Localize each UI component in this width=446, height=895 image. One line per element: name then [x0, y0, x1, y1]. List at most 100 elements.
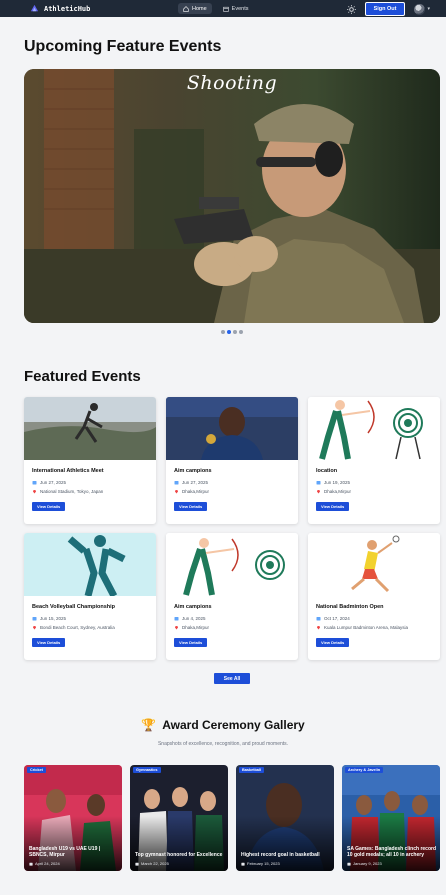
location-pin-icon: [317, 626, 320, 630]
nav-events-label: Events: [231, 5, 249, 12]
gallery-heading-text: Award Ceremony Gallery: [162, 718, 305, 732]
event-image: [24, 397, 156, 460]
gallery-badge: Basketball: [239, 767, 264, 773]
gallery-date-text: January 9, 2023: [353, 861, 382, 866]
event-location: Bondi Beach Court, Sydney, Australia: [32, 625, 148, 630]
home-icon: [183, 5, 189, 12]
view-details-button[interactable]: View Details: [174, 638, 208, 647]
event-card: Beach Volleyball Championship Jun 15, 20…: [24, 533, 156, 660]
logo-icon: [30, 4, 39, 12]
event-image: [308, 397, 440, 460]
event-title: National Badminton Open: [316, 604, 384, 610]
event-title: Beach Volleyball Championship: [32, 604, 116, 610]
hero-slide-title: Shooting: [186, 72, 278, 94]
calendar-icon: [32, 481, 37, 485]
event-date: Jun 4, 2025: [174, 616, 290, 621]
event-title: Aim campions: [174, 468, 212, 474]
gallery-card[interactable]: Basketball Highest record goal in basket…: [236, 765, 334, 871]
location-pin-icon: [175, 490, 178, 494]
event-image: [24, 533, 156, 596]
gallery-date-text: April 24, 2024: [35, 861, 60, 866]
hero-image: [24, 69, 440, 323]
view-details-button[interactable]: View Details: [32, 638, 66, 647]
view-details-button[interactable]: View Details: [316, 502, 350, 511]
carousel-dot-active[interactable]: [227, 330, 231, 334]
gallery-caption: Top gymnast honored for Excellence: [135, 852, 223, 859]
event-location-text: Dhaka,Mirpur: [182, 625, 210, 630]
event-date-text: Jun 4, 2025: [182, 616, 206, 621]
event-date-text: Jun 15, 2025: [40, 616, 67, 621]
event-location-text: Bondi Beach Court, Sydney, Australia: [40, 625, 115, 630]
featured-heading: Featured Events: [24, 368, 141, 385]
event-date: Jun 15, 2025: [32, 616, 148, 621]
carousel-dot[interactable]: [239, 330, 243, 334]
user-menu[interactable]: ▾: [414, 3, 430, 15]
carousel-dot[interactable]: [233, 330, 237, 334]
gallery-subtitle: Snapshots of excellence, recognition, an…: [157, 741, 289, 747]
view-details-button[interactable]: View Details: [316, 638, 350, 647]
see-all-button[interactable]: See All: [214, 673, 250, 684]
event-location: Dhaka,Mirpur: [174, 625, 290, 630]
event-location-text: Dhaka,Mirpur: [324, 489, 352, 494]
location-pin-icon: [317, 490, 320, 494]
gallery-date: January 9, 2023: [347, 861, 436, 866]
event-date-text: Oct 17, 2024: [324, 616, 350, 621]
trophy-icon: 🏆: [141, 718, 157, 732]
location-pin-icon: [33, 490, 36, 494]
calendar-icon: [316, 481, 321, 485]
hero-heading: Upcoming Feature Events: [24, 38, 222, 55]
event-location: Dhaka,Mirpur: [316, 489, 432, 494]
nav-home[interactable]: Home: [178, 3, 212, 14]
calendar-icon: [29, 862, 33, 866]
chevron-down-icon: ▾: [427, 6, 430, 12]
event-title: location: [316, 468, 338, 474]
event-date: Jun 19, 2025: [316, 480, 432, 485]
gallery-card[interactable]: Gymnastics Top gymnast honored for Excel…: [130, 765, 228, 871]
event-card: International Athletics Meet Jun 27, 202…: [24, 397, 156, 524]
event-image: [166, 533, 298, 596]
avatar: [414, 3, 426, 15]
sign-out-button[interactable]: Sign Out: [364, 2, 406, 16]
gallery-card[interactable]: Archery & Javelin SA Games: Bangladesh c…: [342, 765, 440, 871]
view-details-button[interactable]: View Details: [174, 502, 208, 511]
event-location: Kuala Lumpur Badminton Arena, Malaysia: [316, 625, 432, 630]
event-date-text: Jun 19, 2025: [324, 480, 351, 485]
navbar: AthleticHub Home Events Sign Out ▾: [0, 0, 446, 17]
brand-name: AthleticHub: [44, 4, 91, 13]
event-date: Jun 27, 2025: [32, 480, 148, 485]
nav-home-label: Home: [192, 5, 207, 12]
gallery-badge: Archery & Javelin: [345, 767, 384, 773]
theme-toggle-button[interactable]: [346, 4, 356, 14]
gallery-date: February 15, 2023: [241, 861, 330, 866]
gallery-badge: Cricket: [27, 767, 46, 773]
gallery-date: March 22, 2025: [135, 861, 224, 866]
calendar-icon: [174, 481, 179, 485]
brand[interactable]: AthleticHub: [30, 4, 90, 13]
hero-carousel[interactable]: Shooting: [24, 69, 440, 323]
gallery-caption: Bangladesh U19 vs UAE U19 | SBNCS, Mirpu…: [29, 845, 101, 859]
gallery-date-text: February 15, 2023: [247, 861, 280, 866]
calendar-icon: [347, 862, 351, 866]
sun-icon: [346, 4, 356, 14]
event-date: Oct 17, 2024: [316, 616, 432, 621]
carousel-dot[interactable]: [221, 330, 225, 334]
event-card: Aim campions Jun 27, 2025 Dhaka,Mirpur V…: [166, 397, 298, 524]
gallery-card[interactable]: Cricket Bangladesh U19 vs UAE U19 | SBNC…: [24, 765, 122, 871]
event-location: Dhaka,Mirpur: [174, 489, 290, 494]
location-pin-icon: [175, 626, 178, 630]
event-date: Jun 27, 2025: [174, 480, 290, 485]
gallery-badge: Gymnastics: [133, 767, 161, 773]
calendar-icon: [222, 6, 229, 12]
gallery-heading: 🏆 Award Ceremony Gallery: [0, 718, 446, 732]
calendar-icon: [241, 862, 245, 866]
nav-events[interactable]: Events: [218, 3, 254, 14]
event-location-text: Kuala Lumpur Badminton Arena, Malaysia: [324, 625, 409, 630]
view-details-button[interactable]: View Details: [32, 502, 66, 511]
gallery-date-text: March 22, 2025: [141, 861, 169, 866]
gallery-caption: Highest record goal in basketball: [241, 852, 320, 859]
event-image: [308, 533, 440, 596]
gallery-caption: SA Games: Bangladesh clinch record 10 go…: [347, 845, 437, 859]
event-location: National Stadium, Tokyo, Japan: [32, 489, 148, 494]
location-pin-icon: [33, 626, 36, 630]
gallery-date: April 24, 2024: [29, 861, 118, 866]
